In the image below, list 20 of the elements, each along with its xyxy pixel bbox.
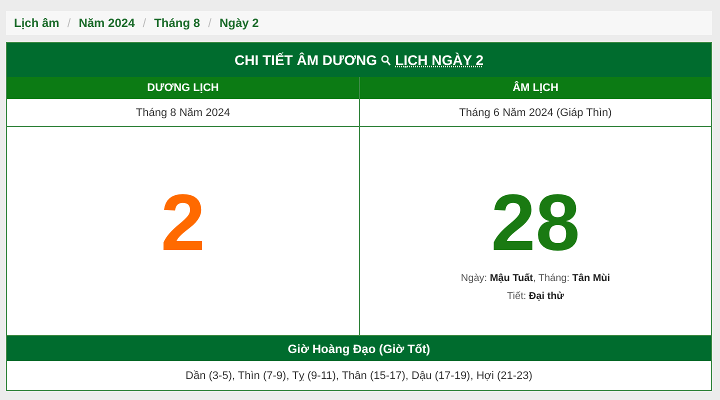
title-text: CHI TIẾT ÂM DƯƠNG	[234, 52, 378, 68]
lunar-info: Tiết: Đại thử	[507, 291, 564, 304]
column-heading: ÂM LỊCH	[512, 82, 558, 94]
section-heading: Giờ Hoàng Đạo (Giờ Tốt)	[288, 342, 430, 356]
breadcrumb-link[interactable]: Năm 2024	[78, 16, 135, 30]
breadcrumb-link[interactable]: Ngày 2	[219, 16, 259, 30]
month-label: Tháng 8 Năm 2024	[136, 106, 230, 118]
day-number: 2	[160, 179, 206, 267]
breadcrumb-link[interactable]: Lịch âm	[14, 16, 60, 30]
breadcrumb-separator: /	[208, 16, 212, 30]
good-hours-text: Dần (3-5), Thìn (7-9), Tỵ (9-11), Thân (15-17), Dậu (17-19), Hợi (21-23)	[186, 370, 532, 382]
day-number: 28	[491, 179, 580, 267]
title-text: LỊCH NGÀY 2	[395, 52, 484, 68]
breadcrumb-separator: /	[67, 16, 71, 30]
lunar-info: Ngày: Mậu Tuất, Tháng: Tân Mùi	[460, 273, 610, 286]
month-label: Tháng 6 Năm 2024 (Giáp Thìn)	[459, 106, 612, 118]
search-icon[interactable]	[381, 54, 392, 66]
column-heading: DƯƠNG LỊCH	[147, 82, 219, 94]
breadcrumb-separator: /	[142, 16, 146, 30]
breadcrumb-link[interactable]: Tháng 8	[154, 16, 200, 30]
